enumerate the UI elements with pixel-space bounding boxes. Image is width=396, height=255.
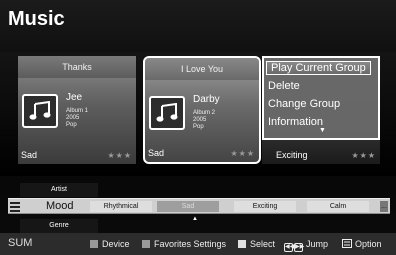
gray-button-icon <box>90 240 98 248</box>
card-mood: Exciting <box>276 150 308 160</box>
jump-key[interactable]: ◀◀▶▶ Jump <box>284 239 328 252</box>
music-note-icon <box>22 94 58 128</box>
card-year: 2005 <box>193 117 207 123</box>
card-artist: Darby <box>193 94 220 105</box>
context-menu-panel: Play Current Group Delete Change Group I… <box>262 56 380 140</box>
rating-stars: ★★★ <box>107 151 132 160</box>
card-artist: Jee <box>66 92 83 103</box>
mood-segment-more[interactable]: ... <box>380 201 388 212</box>
mood-segment-exciting[interactable]: Exciting <box>234 201 296 212</box>
menu-item-change-group[interactable]: Change Group <box>268 98 340 110</box>
menu-item-delete[interactable]: Delete <box>268 80 300 92</box>
mood-pointer-icon: ▲ <box>192 216 198 222</box>
gray-button-icon <box>142 240 150 248</box>
rewind-icon: ◀◀ <box>284 243 295 252</box>
card-genre: Pop <box>66 122 77 128</box>
sort-option-genre[interactable]: Genre <box>20 219 98 233</box>
music-note-icon <box>149 96 185 130</box>
card-genre: Pop <box>193 124 204 130</box>
mood-segment-sad[interactable]: Sad <box>157 201 219 212</box>
option-key-label: Option <box>355 239 382 249</box>
sort-option-artist[interactable]: Artist <box>20 183 98 197</box>
card-mood: Sad <box>21 150 38 160</box>
song-card-thanks[interactable]: Thanks Jee Album 1 2005 Pop Sad ★★★ <box>18 56 136 164</box>
sum-logo: SUM <box>8 237 33 249</box>
option-key[interactable]: Option <box>342 239 382 249</box>
footer-bar: SUM Device Favorites Settings Select ◀◀▶… <box>0 233 396 255</box>
rating-stars: ★★★ <box>351 151 376 160</box>
select-key-label: Select <box>250 239 276 249</box>
card-mood: Sad <box>148 148 165 158</box>
song-card-i-love-you[interactable]: I Love You Darby Album 2 2005 Pop Sad ★★… <box>143 56 261 164</box>
card-meta: Album 1 2005 Pop <box>66 108 88 129</box>
menu-lines-icon <box>10 202 20 214</box>
page-title: Music <box>8 8 65 30</box>
favorites-settings-key[interactable]: Favorites Settings <box>142 239 226 249</box>
tools-icon <box>342 239 352 248</box>
card-year: 2005 <box>66 115 80 121</box>
card-meta: Album 2 2005 Pop <box>193 110 215 131</box>
menu-item-information[interactable]: Information <box>268 116 323 128</box>
sort-option-mood[interactable]: Mood <box>46 200 74 212</box>
card-album: Album 2 <box>193 110 216 116</box>
music-screen: Music Thanks Jee Album 1 2005 Pop Sad ★★… <box>0 0 396 255</box>
context-menu: Play Current Group Delete Change Group I… <box>262 56 380 164</box>
device-key-label: Device <box>102 239 130 249</box>
menu-item-play-current-group[interactable]: Play Current Group <box>266 61 371 75</box>
mood-segment-rhythmical[interactable]: Rhythmical <box>90 201 152 212</box>
card-title: I Love You <box>145 58 259 80</box>
jump-icons: ◀◀▶▶ <box>284 240 304 252</box>
mood-filter-bar: Mood Rhythmical Sad Exciting Calm ... <box>8 198 390 214</box>
card-album: Album 1 <box>66 108 89 114</box>
fast-forward-icon: ▶▶ <box>294 243 305 252</box>
device-key[interactable]: Device <box>90 239 130 249</box>
enter-button-icon <box>238 240 246 248</box>
card-title: Thanks <box>18 56 136 78</box>
scroll-down-arrow-icon[interactable]: ▼ <box>319 127 326 134</box>
favorites-key-label: Favorites Settings <box>154 239 227 249</box>
mood-segment-calm[interactable]: Calm <box>307 201 369 212</box>
jump-key-label: Jump <box>306 239 329 249</box>
select-key[interactable]: Select <box>238 239 275 249</box>
rating-stars: ★★★ <box>230 149 255 158</box>
